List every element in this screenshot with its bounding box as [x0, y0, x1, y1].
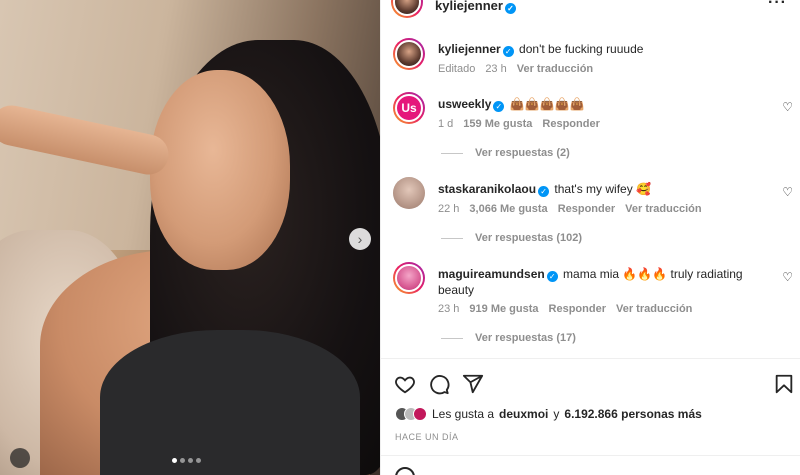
divider [381, 455, 800, 456]
likes-connector: y [553, 407, 560, 421]
comment-likes[interactable]: 159 Me gusta [463, 118, 532, 130]
carousel-dot [196, 458, 201, 463]
comment-username[interactable]: usweekly [438, 97, 491, 111]
caption-avatar[interactable] [393, 38, 425, 70]
reply-button[interactable]: Responder [549, 303, 606, 315]
view-replies-button[interactable]: Ver respuestas (17) [441, 332, 576, 344]
more-icon[interactable]: ··· [768, 0, 787, 12]
translate-button[interactable]: Ver traducción [616, 303, 692, 315]
comment-text: that's my wifey 🥰 [554, 182, 651, 196]
caption-text: don't be fucking ruuude [519, 42, 644, 56]
verified-icon: ✓ [546, 271, 558, 282]
comment-likes[interactable]: 919 Me gusta [469, 303, 538, 315]
comment-username[interactable]: staskaranikolaou [438, 182, 536, 196]
post-actions: Les gusta a deuxmoi y 6.192.866 personas… [381, 358, 800, 475]
liker-username[interactable]: deuxmoi [499, 407, 548, 421]
view-replies-label: Ver respuestas (2) [475, 147, 570, 159]
reply-button[interactable]: Responder [542, 118, 599, 130]
view-replies-button[interactable]: Ver respuestas (102) [441, 232, 582, 244]
verified-icon: ✓ [493, 101, 505, 112]
caption-username[interactable]: kyliejenner [438, 42, 501, 56]
reply-button[interactable]: Responder [558, 203, 615, 215]
commenter-avatar[interactable] [393, 262, 425, 294]
likes-summary[interactable]: Les gusta a deuxmoi y 6.192.866 personas… [395, 407, 702, 421]
comment-username[interactable]: maguireamundsen [438, 267, 545, 281]
commenter-avatar[interactable] [393, 177, 425, 209]
comment-likes[interactable]: 3,066 Me gusta [469, 203, 547, 215]
carousel-dot [180, 458, 185, 463]
comment-like-icon[interactable]: ♡ [782, 185, 793, 199]
view-replies-label: Ver respuestas (17) [475, 332, 576, 344]
translate-button[interactable]: Ver traducción [625, 203, 701, 215]
replies-divider [441, 152, 463, 154]
likes-others[interactable]: 6.192.866 personas más [564, 407, 701, 421]
replies-divider [441, 237, 463, 239]
bookmark-icon[interactable] [773, 373, 795, 395]
author-username[interactable]: kyliejenner ✓ [435, 0, 518, 14]
verified-icon: ✓ [538, 186, 550, 197]
liker-avatar [413, 407, 427, 421]
next-arrow-icon[interactable]: › [349, 228, 371, 250]
likes-prefix: Les gusta a [432, 407, 495, 421]
emoji-icon[interactable] [395, 467, 415, 475]
comment-time[interactable]: 1 d [438, 118, 453, 130]
verified-icon: ✓ [502, 46, 514, 57]
comment-text: 👜👜👜👜👜 [509, 97, 585, 111]
heart-icon[interactable] [394, 373, 416, 395]
carousel-dots [172, 458, 201, 463]
liker-avatars [395, 407, 427, 421]
posted-ago[interactable]: HACE UN DÍA [395, 432, 459, 442]
comment-time[interactable]: 23 h [438, 303, 459, 315]
comment-like-icon[interactable]: ♡ [782, 270, 793, 284]
replies-divider [441, 337, 463, 339]
view-replies-label: Ver respuestas (102) [475, 232, 583, 244]
edited-label: Editado [438, 63, 476, 75]
share-icon[interactable] [462, 373, 484, 395]
verified-icon: ✓ [504, 3, 516, 14]
caption-time[interactable]: 23 h [485, 63, 506, 75]
comment-like-icon[interactable]: ♡ [782, 100, 793, 114]
photo-face [150, 70, 290, 270]
photo-top [100, 330, 360, 475]
comment-icon[interactable] [428, 373, 450, 395]
usweekly-logo: Us [397, 96, 421, 120]
commenter-avatar[interactable]: Us [393, 92, 425, 124]
carousel-dot-active [172, 458, 177, 463]
post-header: kyliejenner ✓ ··· [381, 0, 800, 20]
tagged-users-button[interactable] [10, 448, 30, 468]
caption-translate-link[interactable]: Ver traducción [517, 63, 593, 75]
post-photo[interactable]: › [0, 0, 380, 475]
author-avatar[interactable] [391, 0, 423, 18]
view-replies-button[interactable]: Ver respuestas (2) [441, 147, 570, 159]
carousel-dot [188, 458, 193, 463]
post-details-panel: kyliejenner ✓ ··· kyliejenner ✓ don't be f… [380, 0, 800, 475]
comment-time[interactable]: 22 h [438, 203, 459, 215]
